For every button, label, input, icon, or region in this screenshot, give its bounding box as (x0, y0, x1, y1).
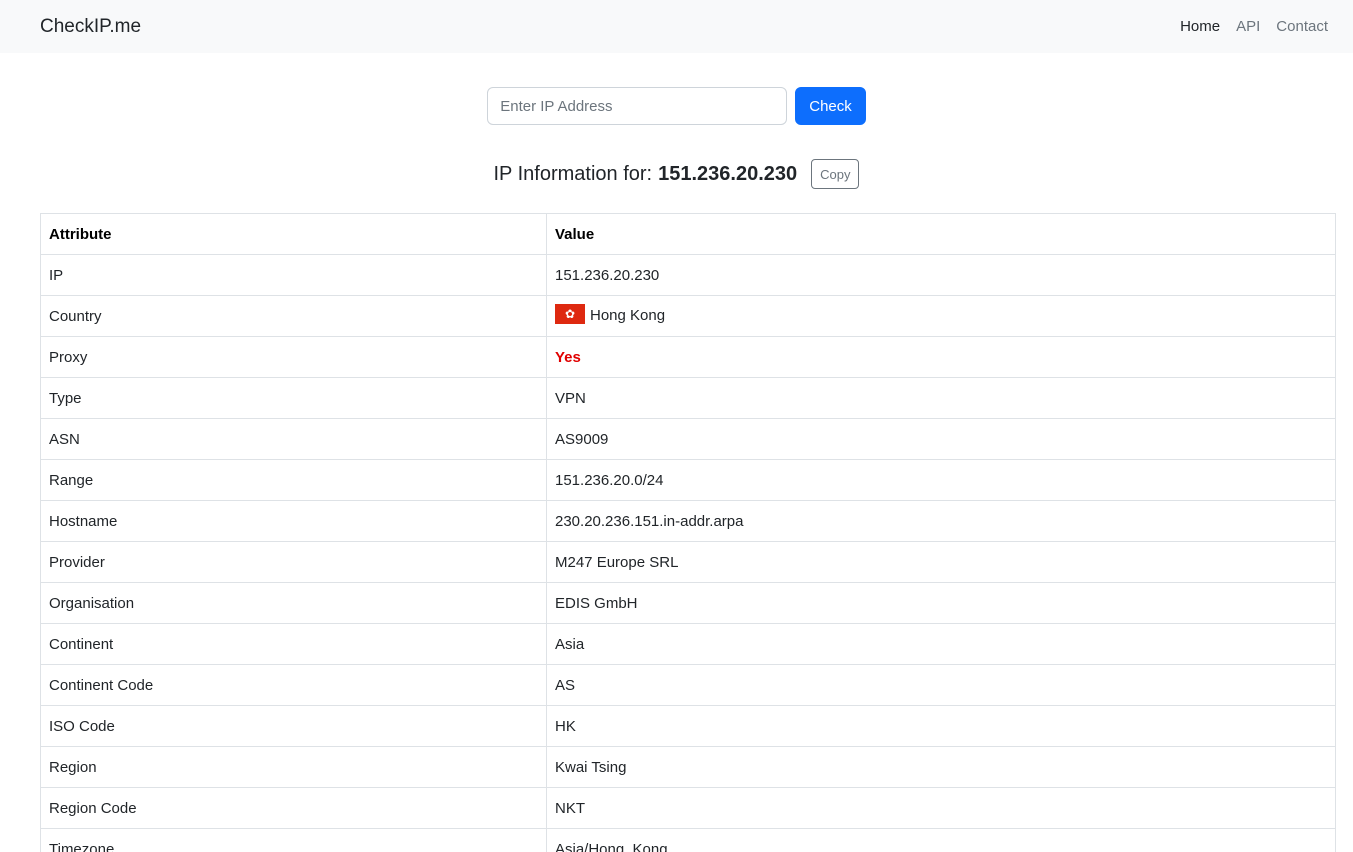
table-row: Region Kwai Tsing (40, 746, 1336, 788)
table-row: ISO Code HK (40, 705, 1336, 747)
nav-links: Home API Contact (1180, 18, 1328, 35)
row-value: AS (546, 664, 1336, 706)
row-attribute: Proxy (40, 336, 547, 378)
row-value: 151.236.20.230 (546, 254, 1336, 296)
table-row: Continent Asia (40, 623, 1336, 665)
table-row: Provider M247 Europe SRL (40, 541, 1336, 583)
nav-link-contact[interactable]: Contact (1276, 18, 1328, 35)
table-row: ASN AS9009 (40, 418, 1336, 460)
navbar: CheckIP.me Home API Contact (0, 0, 1353, 53)
table-row: Type VPN (40, 377, 1336, 419)
row-value: EDIS GmbH (546, 582, 1336, 624)
brand-link[interactable]: CheckIP.me (40, 16, 141, 38)
row-value: ✿ Hong Kong (546, 295, 1336, 337)
row-value: Kwai Tsing (546, 746, 1336, 788)
nav-link-home[interactable]: Home (1180, 18, 1220, 35)
row-attribute: Country (40, 295, 547, 337)
row-value: M247 Europe SRL (546, 541, 1336, 583)
search-form: Check (0, 87, 1353, 125)
proxy-status: Yes (555, 348, 581, 366)
table-row: IP 151.236.20.230 (40, 254, 1336, 296)
row-attribute: Region (40, 746, 547, 788)
heading-ip: 151.236.20.230 (658, 162, 798, 185)
table-row: Timezone Asia/Hong_Kong (40, 828, 1336, 852)
row-value: HK (546, 705, 1336, 747)
check-button[interactable]: Check (795, 87, 866, 125)
table-row: Proxy Yes (40, 336, 1336, 378)
row-attribute: Type (40, 377, 547, 419)
row-attribute: Range (40, 459, 547, 501)
ip-info-table: Attribute Value IP 151.236.20.230 Countr… (40, 213, 1336, 852)
row-value: AS9009 (546, 418, 1336, 460)
nav-link-api[interactable]: API (1236, 18, 1260, 35)
row-attribute: Region Code (40, 787, 547, 829)
row-attribute: Hostname (40, 500, 547, 542)
row-value: NKT (546, 787, 1336, 829)
row-attribute: Continent (40, 623, 547, 665)
copy-button[interactable]: Copy (811, 159, 860, 189)
table-row: Range 151.236.20.0/24 (40, 459, 1336, 501)
table-row: Continent Code AS (40, 664, 1336, 706)
row-attribute: Continent Code (40, 664, 547, 706)
row-attribute: ASN (40, 418, 547, 460)
header-value: Value (546, 213, 1336, 255)
ip-info-heading: IP Information for: 151.236.20.230 Copy (0, 159, 1353, 189)
country-name: Hong Kong (590, 306, 666, 324)
ip-info-table-wrapper: Attribute Value IP 151.236.20.230 Countr… (40, 213, 1336, 852)
hong-kong-flag-icon: ✿ (555, 304, 585, 324)
row-value: Asia (546, 623, 1336, 665)
row-value: Yes (546, 336, 1336, 378)
header-attribute: Attribute (40, 213, 547, 255)
table-row: Region Code NKT (40, 787, 1336, 829)
row-attribute: ISO Code (40, 705, 547, 747)
table-header-row: Attribute Value (40, 213, 1336, 255)
row-attribute: IP (40, 254, 547, 296)
row-value: Asia/Hong_Kong (546, 828, 1336, 852)
row-attribute: Timezone (40, 828, 547, 852)
row-value: VPN (546, 377, 1336, 419)
ip-address-input[interactable] (487, 87, 788, 125)
row-attribute: Provider (40, 541, 547, 583)
table-row: Organisation EDIS GmbH (40, 582, 1336, 624)
row-attribute: Organisation (40, 582, 547, 624)
heading-prefix: IP Information for: (493, 162, 653, 185)
table-row: Hostname 230.20.236.151.in-addr.arpa (40, 500, 1336, 542)
table-row: Country ✿ Hong Kong (40, 295, 1336, 337)
row-value: 230.20.236.151.in-addr.arpa (546, 500, 1336, 542)
row-value: 151.236.20.0/24 (546, 459, 1336, 501)
